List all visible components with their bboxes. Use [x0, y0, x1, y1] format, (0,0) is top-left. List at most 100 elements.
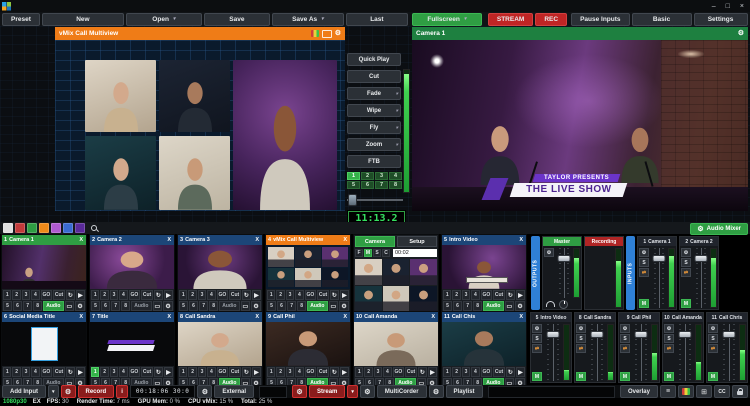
- call-f-button[interactable]: F: [355, 249, 363, 257]
- category-color-button[interactable]: [51, 223, 61, 233]
- loop-icon[interactable]: ↻: [154, 290, 163, 300]
- input-panel[interactable]: 7 Title X 1 2 3 4 GO Cut ↻ ▶ 5 6 7 8 Aud…: [89, 311, 175, 389]
- input-panel[interactable]: 4 vMix Call Multiview X 1 2 3 4 GO Cut ↻…: [265, 234, 351, 313]
- basic-button[interactable]: Basic: [632, 13, 692, 26]
- input-close-button[interactable]: X: [254, 237, 260, 243]
- open-button[interactable]: Open▾: [126, 13, 202, 26]
- mixer-strip-recording[interactable]: Recording: [584, 236, 624, 310]
- overlay-2-button[interactable]: 2: [188, 290, 196, 300]
- stream-settings-gear-icon[interactable]: ⚙: [292, 385, 307, 398]
- bus-routing-icon[interactable]: ⇄: [708, 344, 718, 353]
- input-title-bar[interactable]: 7 Title X: [90, 312, 174, 322]
- audio-button[interactable]: Audio: [219, 301, 239, 311]
- solo-button[interactable]: S: [681, 258, 691, 267]
- go-button[interactable]: GO: [217, 367, 229, 377]
- gear-icon[interactable]: ⚙: [339, 301, 349, 311]
- audio-levels-icon[interactable]: [678, 385, 694, 398]
- category-color-button[interactable]: [63, 223, 73, 233]
- audio-button[interactable]: Audio: [131, 301, 151, 311]
- input-thumbnail[interactable]: [354, 322, 438, 366]
- mute-button[interactable]: M: [620, 372, 630, 381]
- overlay-7-button[interactable]: 7: [23, 301, 32, 311]
- solo-button[interactable]: S: [664, 334, 674, 343]
- overlay-4-button[interactable]: 4: [295, 290, 303, 300]
- call-m-button[interactable]: M: [364, 249, 372, 257]
- volume-fader[interactable]: [676, 324, 694, 381]
- loop-icon[interactable]: ↻: [418, 367, 427, 377]
- stinger-number-button[interactable]: 6: [361, 181, 374, 189]
- fullscreen-button[interactable]: Fullscreen▾: [412, 13, 482, 26]
- overlay-8-button[interactable]: 8: [121, 301, 130, 311]
- mixer-strip-camera1[interactable]: 1Camera 1 ⚙ S ⇄ M: [637, 236, 677, 310]
- mute-button[interactable]: M: [708, 372, 718, 381]
- fader-handle[interactable]: [723, 331, 736, 338]
- gear-icon[interactable]: ⚙: [708, 324, 718, 333]
- overlay-5-button[interactable]: 5: [267, 301, 276, 311]
- record-settings-gear-icon[interactable]: ⚙: [61, 385, 76, 398]
- input-thumbnail[interactable]: [90, 322, 174, 366]
- input-panel[interactable]: 5 Intro Video X 1 2 3 4 GO Cut ↻ ▶ 5 6 7…: [441, 234, 527, 313]
- last-button[interactable]: Last: [346, 13, 408, 26]
- audio-button[interactable]: Audio: [307, 301, 327, 311]
- gear-icon[interactable]: ⚙: [75, 301, 85, 311]
- overlay-4-button[interactable]: 4: [207, 367, 215, 377]
- overlay-1-button[interactable]: 1: [443, 367, 451, 377]
- play-icon[interactable]: ▶: [164, 367, 173, 377]
- cut-button[interactable]: Cut: [347, 70, 401, 83]
- overlay-3-button[interactable]: 3: [198, 290, 206, 300]
- overlay-2-button[interactable]: 2: [452, 290, 460, 300]
- input-panel[interactable]: 6 Social Media Title X 1 2 3 4 GO Cut ↻ …: [1, 311, 87, 389]
- bus-routing-icon[interactable]: ⇄: [576, 344, 586, 353]
- overlay-8-button[interactable]: 8: [473, 301, 482, 311]
- input-panel[interactable]: 10 Call Amanda X 1 2 3 4 GO Cut ↻ ▶ 5 6 …: [353, 311, 439, 389]
- play-icon[interactable]: ▶: [340, 290, 349, 300]
- cut-button[interactable]: Cut: [53, 367, 65, 377]
- cut-button[interactable]: Cut: [229, 367, 241, 377]
- go-button[interactable]: GO: [41, 290, 53, 300]
- menu-icon[interactable]: ≡: [660, 385, 676, 398]
- fullscreen-icon[interactable]: ▭: [65, 301, 75, 311]
- stinger-number-button[interactable]: 1: [347, 172, 360, 180]
- solo-button[interactable]: S: [532, 334, 542, 343]
- wipe-button[interactable]: Wipe▾: [347, 104, 401, 117]
- volume-fader[interactable]: [651, 248, 667, 308]
- loop-icon[interactable]: ↻: [154, 367, 163, 377]
- multicorder-button[interactable]: MultiCorder: [377, 385, 427, 398]
- loop-icon[interactable]: ↻: [242, 367, 251, 377]
- mixer-strip[interactable]: 9 Call Phil ⚙ S ⇄ M: [618, 312, 660, 383]
- overlay-3-button[interactable]: 3: [286, 290, 294, 300]
- ftb-button[interactable]: FTB: [347, 155, 401, 168]
- category-color-button[interactable]: [39, 223, 49, 233]
- gear-icon[interactable]: ⚙: [515, 301, 525, 311]
- fader-handle[interactable]: [591, 331, 604, 338]
- go-button[interactable]: GO: [481, 290, 493, 300]
- overlay-3-button[interactable]: 3: [22, 367, 30, 377]
- volume-fader[interactable]: [720, 324, 738, 381]
- input-panel[interactable]: 11 Call Chis X 1 2 3 4 GO Cut ↻ ▶ 5 6 7 …: [441, 311, 527, 389]
- pause-inputs-button[interactable]: Pause Inputs: [571, 13, 629, 26]
- mixer-strip[interactable]: 5 Intro Video ⚙ S ⇄ M: [530, 312, 572, 383]
- cut-button[interactable]: Cut: [317, 290, 329, 300]
- stream-caret[interactable]: ▾: [347, 385, 358, 398]
- program-video[interactable]: TAYLOR PRESENTS THE LIVE SHOW: [412, 40, 748, 211]
- go-button[interactable]: GO: [305, 367, 317, 377]
- fullscreen-icon[interactable]: ▭: [241, 301, 251, 311]
- overlay-6-button[interactable]: 6: [13, 301, 22, 311]
- zoom-button[interactable]: Zoom▾: [347, 138, 401, 151]
- overlay-5-button[interactable]: 5: [3, 301, 12, 311]
- input-thumbnail[interactable]: [178, 245, 262, 289]
- bus-routing-icon[interactable]: ⇄: [664, 344, 674, 353]
- mute-button[interactable]: M: [639, 299, 649, 308]
- input-close-button[interactable]: X: [254, 314, 260, 320]
- play-icon[interactable]: ▶: [516, 367, 525, 377]
- go-button[interactable]: GO: [305, 290, 317, 300]
- stinger-number-button[interactable]: 4: [389, 172, 402, 180]
- volume-fader[interactable]: [544, 324, 562, 381]
- overlay-2-button[interactable]: 2: [188, 367, 196, 377]
- fader-handle[interactable]: [547, 331, 560, 338]
- overlay-3-button[interactable]: 3: [110, 367, 118, 377]
- mute-button[interactable]: M: [532, 372, 542, 381]
- play-icon[interactable]: ▶: [428, 367, 437, 377]
- maximize-button[interactable]: □: [726, 3, 730, 10]
- input-thumbnail[interactable]: [442, 245, 526, 289]
